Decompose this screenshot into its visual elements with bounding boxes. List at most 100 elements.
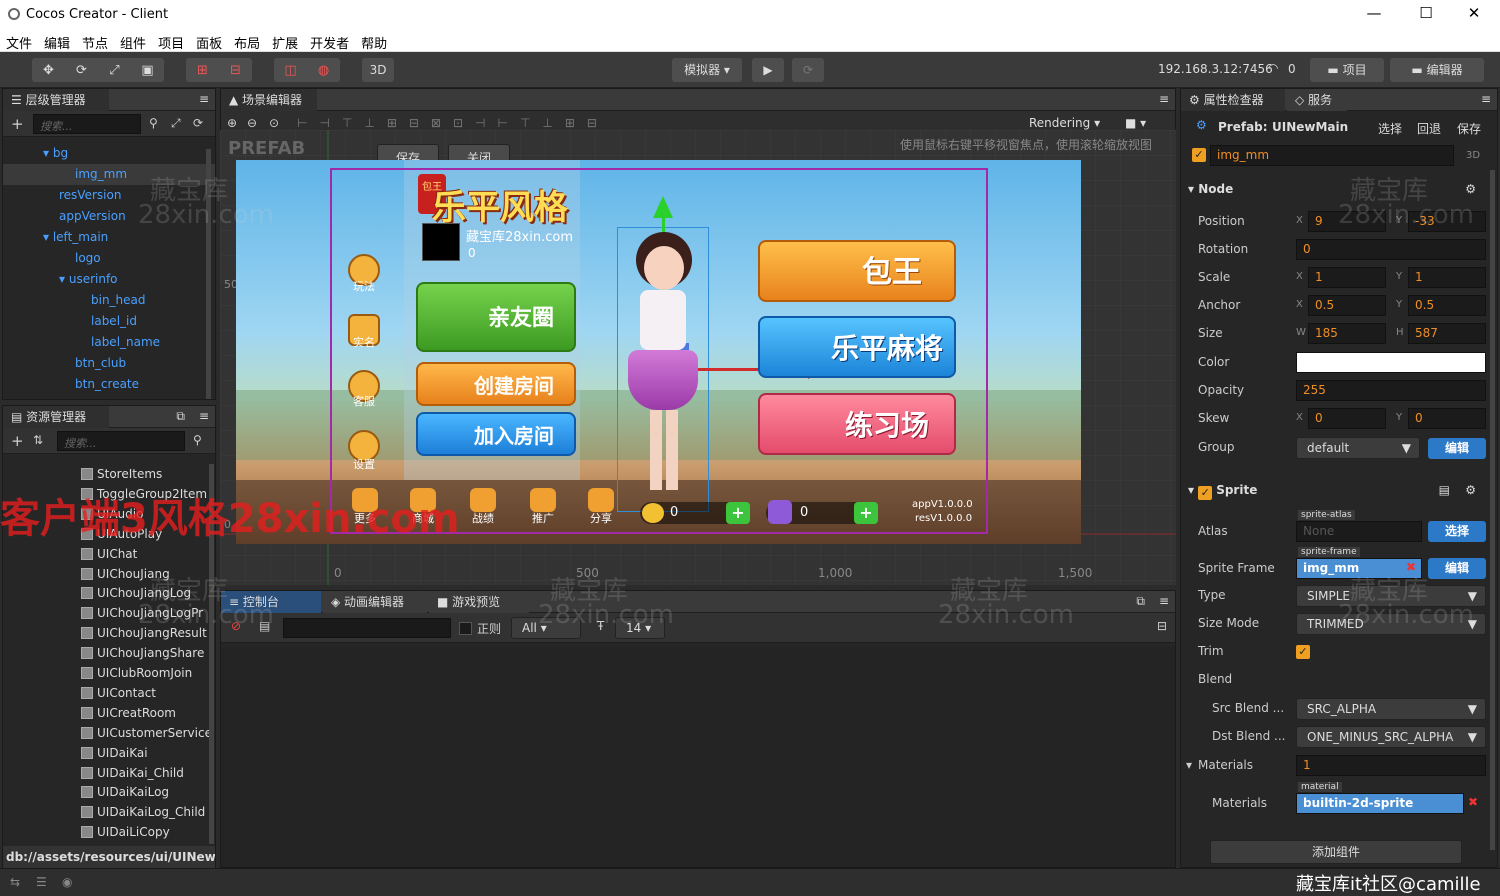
tab-console[interactable]: ≡ 控制台: [221, 591, 321, 613]
asset-item[interactable]: UIContact: [81, 683, 156, 703]
snap-icon[interactable]: ◫: [274, 63, 307, 78]
toggle-3d-button[interactable]: 3D: [362, 58, 394, 82]
atlas-field[interactable]: None: [1296, 521, 1422, 542]
sort-icon[interactable]: ⇅: [33, 433, 43, 447]
tab-assets[interactable]: ▤ 资源管理器: [3, 406, 109, 428]
move-tool-icon[interactable]: ✥: [32, 63, 65, 78]
panel-menu-icon[interactable]: ≡: [199, 92, 209, 106]
add-asset-icon[interactable]: +: [11, 432, 24, 450]
sprite-frame-edit-button[interactable]: 编辑: [1428, 558, 1486, 579]
tree-node-btn-club[interactable]: btn_club: [75, 353, 126, 374]
tree-node-label-name[interactable]: label_name: [91, 332, 160, 353]
materials-count-field[interactable]: 1: [1296, 755, 1486, 776]
tree-node-btn-create[interactable]: btn_create: [75, 374, 139, 395]
assets-scrollbar[interactable]: [209, 464, 214, 844]
menu-node[interactable]: 节点: [76, 30, 114, 52]
menu-extension[interactable]: 扩展: [266, 30, 304, 52]
friends-circle-button[interactable]: 亲友圈: [416, 282, 576, 352]
tree-node-bg[interactable]: ▾ bg: [43, 143, 68, 164]
font-size-dropdown[interactable]: 14 ▾: [615, 617, 665, 639]
gear-icon[interactable]: ⚙: [1465, 478, 1476, 502]
size-h-field[interactable]: 587: [1408, 323, 1486, 344]
gizmo-icon[interactable]: ◍: [307, 63, 340, 78]
share-icon[interactable]: [588, 488, 614, 512]
tab-service[interactable]: ◇ 服务: [1287, 89, 1347, 111]
asset-item[interactable]: UIDaiKai: [81, 743, 148, 763]
status-db-icon[interactable]: ☰: [36, 875, 47, 889]
shop-icon[interactable]: [410, 488, 436, 512]
play-button[interactable]: ▶: [752, 58, 784, 82]
hierarchy-scrollbar[interactable]: [206, 149, 211, 399]
tab-inspector[interactable]: ⚙ 属性检查器: [1181, 89, 1285, 111]
create-room-button[interactable]: 创建房间: [416, 362, 576, 406]
anchor-x-field[interactable]: 0.5: [1308, 295, 1386, 316]
tab-game-preview[interactable]: ■ 游戏预览: [429, 591, 529, 613]
opacity-field[interactable]: 255: [1296, 380, 1486, 401]
asset-item[interactable]: StoreItems: [81, 464, 162, 484]
menu-layout[interactable]: 布局: [228, 30, 266, 52]
scale-y-field[interactable]: 1: [1408, 267, 1486, 288]
console-filter-input[interactable]: [283, 618, 451, 638]
gizmo-y-arrow-icon[interactable]: [653, 196, 673, 218]
inspector-scrollbar[interactable]: [1490, 170, 1495, 850]
zoom-out-icon[interactable]: ⊖: [247, 116, 257, 130]
asset-item[interactable]: UIChouJiangLog: [81, 583, 191, 603]
record-icon[interactable]: [470, 488, 496, 512]
regex-checkbox[interactable]: [459, 622, 472, 635]
collapse-icon[interactable]: ⊟: [1157, 619, 1167, 633]
scale-tool-icon[interactable]: ⤢: [98, 63, 131, 78]
status-eye-icon[interactable]: ◉: [62, 875, 72, 889]
search-icon[interactable]: ⚲: [149, 116, 158, 130]
align-tools[interactable]: ⊢⊣⊤⊥⊞⊟⊠⊡⊣⊢⊤⊥⊞⊟: [297, 116, 609, 130]
clear-x-icon[interactable]: ✖: [1406, 560, 1416, 574]
tree-node-userinfo[interactable]: ▾ userinfo: [59, 269, 118, 290]
pivot-icon[interactable]: ⊞: [186, 63, 219, 78]
asset-item[interactable]: UIDaiKaiLog_Child: [81, 802, 205, 822]
asset-item[interactable]: UIChouJiangLogPr: [81, 603, 203, 623]
minimize-button[interactable]: —: [1354, 4, 1394, 26]
help-book-icon[interactable]: ▤: [1439, 478, 1450, 502]
log-file-icon[interactable]: ▤: [259, 619, 270, 633]
tab-hierarchy[interactable]: ☰ 层级管理器: [3, 89, 109, 111]
asset-item[interactable]: UICustomerService: [81, 723, 212, 743]
menu-project[interactable]: 项目: [152, 30, 190, 52]
add-gem-button[interactable]: +: [854, 502, 878, 524]
tab-scene[interactable]: ▲ 场景编辑器: [221, 89, 317, 111]
asset-item[interactable]: UIDaiKaiLog: [81, 782, 169, 802]
asset-item[interactable]: UIDaiLiCopy: [81, 822, 170, 842]
color-swatch[interactable]: [1296, 352, 1486, 373]
popout-icon[interactable]: ⧉: [176, 409, 185, 424]
status-sync-icon[interactable]: ⇆: [10, 875, 20, 889]
close-button[interactable]: ✕: [1454, 4, 1494, 26]
menu-panel[interactable]: 面板: [190, 30, 228, 52]
skew-y-field[interactable]: 0: [1408, 408, 1486, 429]
gear-icon[interactable]: ⚙: [1465, 177, 1476, 201]
assets-search-input[interactable]: 搜索...: [57, 431, 185, 451]
mahjong-game-button[interactable]: 乐平麻将: [758, 316, 956, 378]
anchor-y-field[interactable]: 0.5: [1408, 295, 1486, 316]
panel-menu-icon[interactable]: ≡: [1481, 92, 1491, 106]
asset-item[interactable]: UIChouJiang: [81, 564, 170, 584]
asset-item[interactable]: ToggleGroup2Item: [81, 484, 207, 504]
node-name-field[interactable]: img_mm: [1210, 145, 1454, 166]
tree-node-bin-head[interactable]: bin_head: [91, 290, 146, 311]
promote-icon[interactable]: [530, 488, 556, 512]
asset-item[interactable]: UICreatRoom: [81, 703, 176, 723]
group-dropdown[interactable]: default ▼: [1296, 437, 1420, 459]
menu-edit[interactable]: 编辑: [38, 30, 76, 52]
baowang-game-button[interactable]: 包王: [758, 240, 956, 302]
src-blend-dropdown[interactable]: SRC_ALPHA ▼: [1296, 698, 1486, 720]
simulator-dropdown[interactable]: 模拟器 ▾: [672, 58, 742, 82]
material-field[interactable]: builtin-2d-sprite: [1296, 793, 1464, 814]
prefab-save-button-inspector[interactable]: 保存: [1457, 120, 1481, 137]
tree-node-resversion[interactable]: resVersion: [59, 185, 121, 206]
log-level-dropdown[interactable]: All ▾: [511, 617, 581, 639]
maximize-button[interactable]: ☐: [1406, 4, 1446, 26]
rendering-dropdown[interactable]: Rendering ▾: [1029, 116, 1100, 130]
menu-file[interactable]: 文件: [0, 30, 38, 52]
asset-item[interactable]: UIChouJiangResult: [81, 623, 207, 643]
practice-game-button[interactable]: 练习场: [758, 393, 956, 455]
asset-item[interactable]: UIChat: [81, 544, 137, 564]
position-x-field[interactable]: 9: [1308, 211, 1386, 232]
atlas-select-button[interactable]: 选择: [1428, 521, 1486, 542]
